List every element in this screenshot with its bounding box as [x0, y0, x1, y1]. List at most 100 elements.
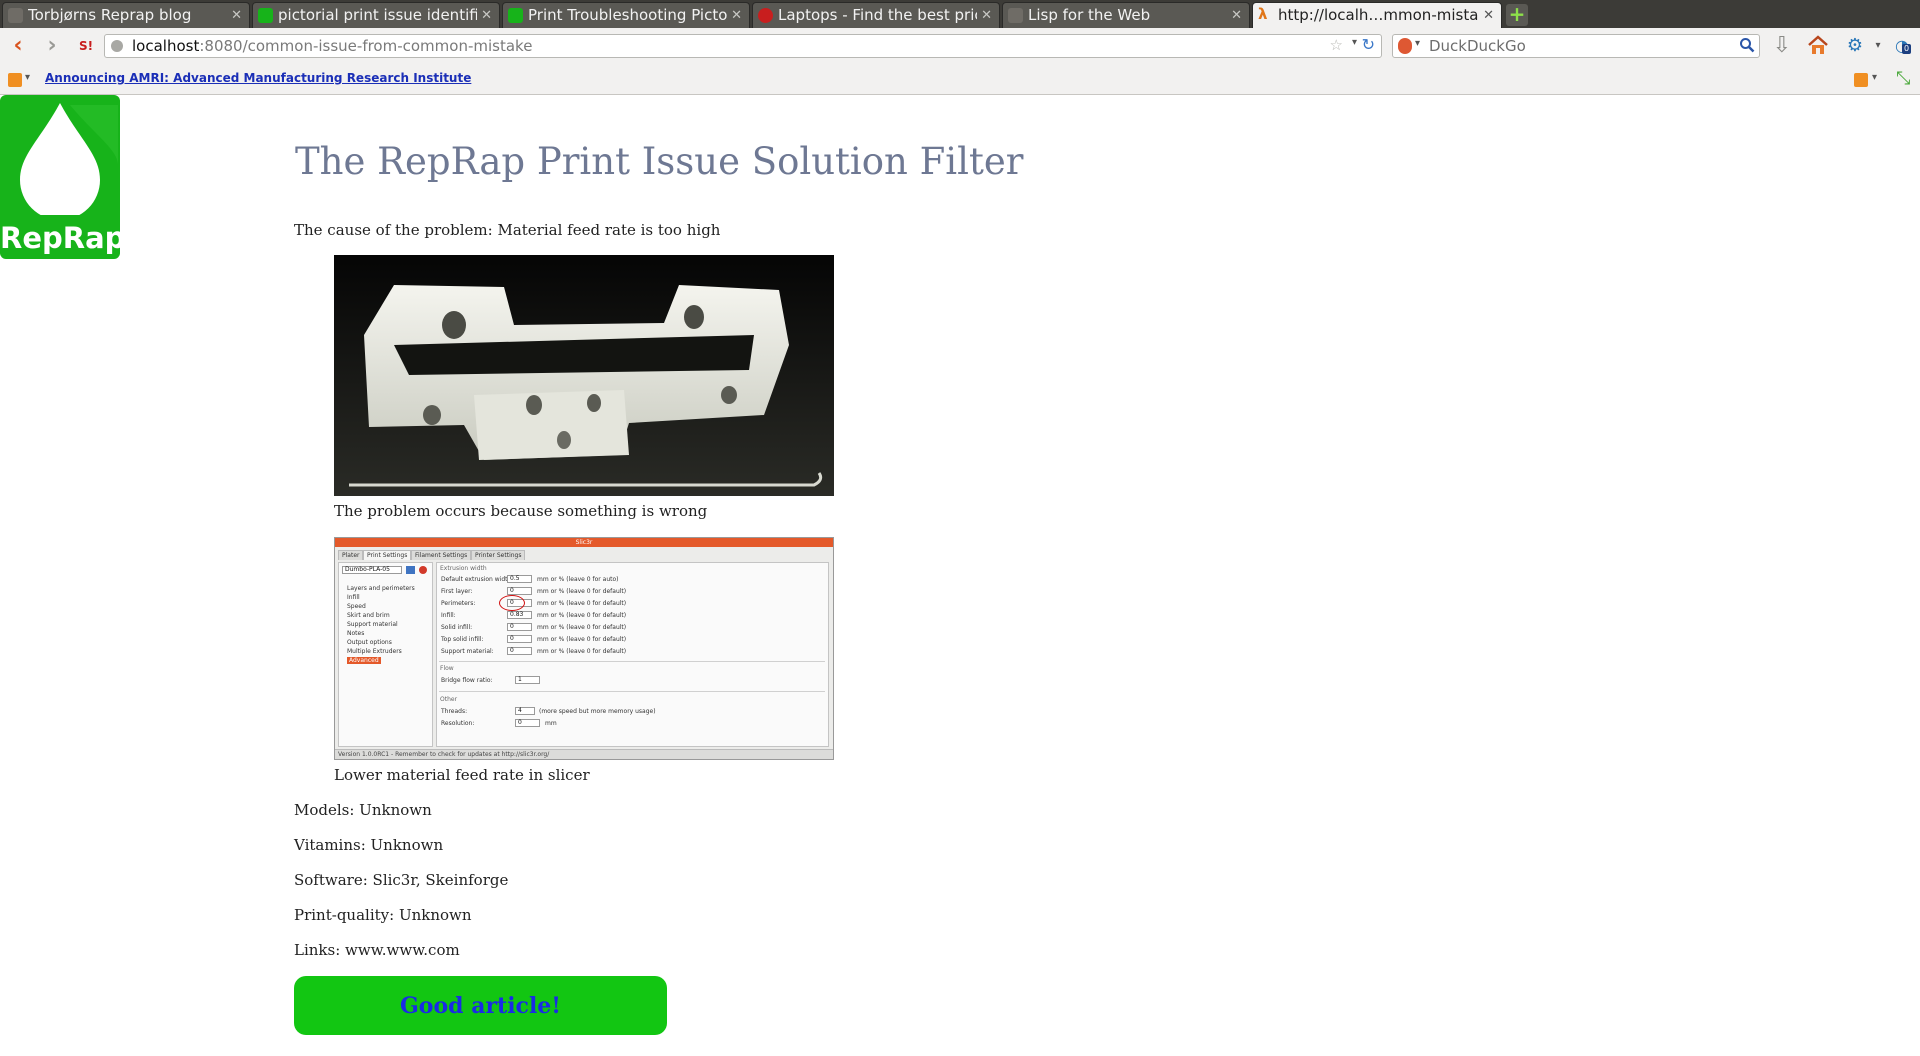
- tree-item-selected: Advanced: [347, 657, 381, 664]
- links-line: Links: www.www.com: [294, 941, 460, 959]
- tab-title: Lisp for the Web: [1028, 6, 1151, 24]
- blog-favicon-icon: [8, 8, 23, 23]
- blank-favicon-icon: [1008, 8, 1023, 23]
- setting-label: Solid infill:: [441, 624, 473, 631]
- forward-arrow-icon[interactable]: ›: [40, 34, 64, 58]
- close-icon[interactable]: ✕: [981, 3, 992, 28]
- back-arrow-icon[interactable]: ‹: [6, 34, 30, 58]
- delete-profile-icon: [419, 566, 427, 574]
- downloads-icon[interactable]: ⇩: [1770, 34, 1794, 58]
- tab-strip: Torbjørns Reprap blog ✕ pictorial print …: [0, 0, 1920, 28]
- setting-value: 0: [507, 635, 532, 643]
- notification-icon[interactable]: ◔ 0: [1890, 34, 1914, 58]
- close-icon[interactable]: ✕: [231, 3, 242, 28]
- setting-hint: mm or % (leave 0 for default): [537, 648, 627, 655]
- setting-label: Threads:: [441, 708, 468, 715]
- vitamins-line: Vitamins: Unknown: [294, 836, 444, 854]
- save-profile-icon: [406, 566, 415, 574]
- resize-grip-icon[interactable]: ⤡: [1896, 68, 1910, 89]
- water-drop-icon: [20, 103, 118, 215]
- close-icon[interactable]: ✕: [1231, 3, 1242, 28]
- url-bar[interactable]: localhost:8080/common-issue-from-common-…: [104, 34, 1382, 58]
- rss-subscribe-icon[interactable]: [1854, 73, 1868, 87]
- close-icon[interactable]: ✕: [731, 3, 742, 28]
- cause-line: The cause of the problem: Material feed …: [294, 221, 721, 239]
- setting-unit: mm: [545, 720, 557, 727]
- slicer-profile-select: Dumbo-PLA-05: [342, 566, 402, 574]
- solution-caption: Lower material feed rate in slicer: [334, 766, 590, 784]
- tab-title: Torbjørns Reprap blog: [28, 6, 192, 24]
- tab-title: Laptops - Find the best pric…: [778, 6, 977, 24]
- browser-tab[interactable]: Torbjørns Reprap blog ✕: [2, 2, 250, 28]
- print-quality-line: Print-quality: Unknown: [294, 906, 472, 924]
- browser-tab[interactable]: Laptops - Find the best pric… ✕: [752, 2, 1000, 28]
- tree-item: Infill: [347, 594, 360, 601]
- setting-hint: mm or % (leave 0 for auto): [537, 576, 619, 583]
- setting-value: 0: [507, 623, 532, 631]
- url-text[interactable]: localhost:8080/common-issue-from-common-…: [132, 35, 532, 57]
- home-icon[interactable]: [1806, 33, 1830, 57]
- browser-tab[interactable]: Print Troubleshooting Picto… ✕: [502, 2, 750, 28]
- slicer-status-bar: Version 1.0.0RC1 - Remember to check for…: [335, 749, 833, 759]
- lambda-favicon-icon: λ: [1258, 5, 1268, 23]
- search-icon[interactable]: [1739, 37, 1755, 53]
- setting-label: Top solid infill:: [441, 636, 484, 643]
- subscribe-dropdown-icon[interactable]: ▾: [1872, 72, 1877, 83]
- setting-value: 0: [507, 587, 532, 595]
- history-dropdown-icon[interactable]: ▾: [1352, 37, 1357, 48]
- addon-dropdown-icon[interactable]: ▾: [1866, 34, 1890, 58]
- tree-item: Support material: [347, 621, 398, 628]
- setting-label: Infill:: [441, 612, 456, 619]
- reload-icon[interactable]: ↻: [1362, 35, 1375, 54]
- search-bar[interactable]: ▾ DuckDuckGo: [1392, 34, 1760, 58]
- setting-hint: (more speed but more memory usage): [539, 708, 656, 715]
- bookmark-link[interactable]: Announcing AMRI: Advanced Manufacturing …: [45, 71, 471, 85]
- good-article-button[interactable]: Good article!: [294, 976, 667, 1035]
- download-count-badge: 0: [1902, 44, 1912, 54]
- duckduckgo-engine-icon[interactable]: [1398, 38, 1412, 54]
- setting-value: 1: [515, 676, 540, 684]
- close-icon[interactable]: ✕: [481, 3, 492, 28]
- logo-text: RepRap: [0, 221, 126, 255]
- tab-title: pictorial print issue identifier: [278, 6, 477, 24]
- setting-label: Bridge flow ratio:: [441, 677, 493, 684]
- rss-feed-icon[interactable]: [8, 73, 22, 87]
- setting-value: 0.5: [507, 575, 532, 583]
- site-identity-icon[interactable]: [111, 40, 123, 52]
- engine-dropdown-icon[interactable]: ▾: [1415, 38, 1420, 49]
- url-path: :8080/common-issue-from-common-mistake: [199, 37, 533, 55]
- browser-tab-active[interactable]: λ http://localh…mmon-mistake ✕: [1252, 2, 1502, 28]
- addon-network-icon[interactable]: ⚙: [1843, 34, 1867, 58]
- navigation-toolbar: ‹ › S! localhost:8080/common-issue-from-…: [0, 28, 1920, 64]
- search-placeholder: DuckDuckGo: [1429, 37, 1526, 55]
- tree-item: Output options: [347, 639, 392, 646]
- problem-photo: [334, 255, 834, 496]
- browser-tab[interactable]: pictorial print issue identifier ✕: [252, 2, 500, 28]
- tree-item: Layers and perimeters: [347, 585, 415, 592]
- extension-icon[interactable]: S!: [74, 34, 98, 58]
- browser-tab[interactable]: Lisp for the Web ✕: [1002, 2, 1250, 28]
- bookmark-star-icon[interactable]: ☆: [1330, 36, 1343, 54]
- setting-label: Perimeters:: [441, 600, 476, 607]
- new-tab-button[interactable]: +: [1506, 4, 1528, 26]
- setting-label: Default extrusion width:: [441, 576, 514, 583]
- setting-hint: mm or % (leave 0 for default): [537, 636, 627, 643]
- slicer-screenshot: Slic3r Plater Print Settings Filament Se…: [334, 537, 834, 760]
- slicer-settings-panel: Extrusion width Default extrusion width:…: [436, 562, 829, 747]
- tree-item: Skirt and brim: [347, 612, 390, 619]
- url-host: localhost: [132, 37, 200, 55]
- slicer-settings-tree: Dumbo-PLA-05 Layers and perimeters Infil…: [338, 562, 433, 747]
- models-line: Models: Unknown: [294, 801, 432, 819]
- slicer-tab: Plater: [338, 550, 364, 560]
- slicer-tab: Print Settings: [363, 550, 412, 560]
- tab-title: Print Troubleshooting Picto…: [528, 6, 727, 24]
- tab-title: http://localh…mmon-mistake: [1278, 6, 1479, 24]
- problem-caption: The problem occurs because something is …: [334, 502, 708, 520]
- reprap-favicon-icon: [258, 8, 273, 23]
- slicer-tab: Printer Settings: [471, 550, 526, 560]
- tree-item: Notes: [347, 630, 365, 637]
- close-icon[interactable]: ✕: [1483, 3, 1494, 28]
- setting-hint: mm or % (leave 0 for default): [537, 588, 627, 595]
- reprap-logo[interactable]: RepRap: [0, 95, 126, 259]
- feed-dropdown-icon[interactable]: ▾: [25, 72, 30, 83]
